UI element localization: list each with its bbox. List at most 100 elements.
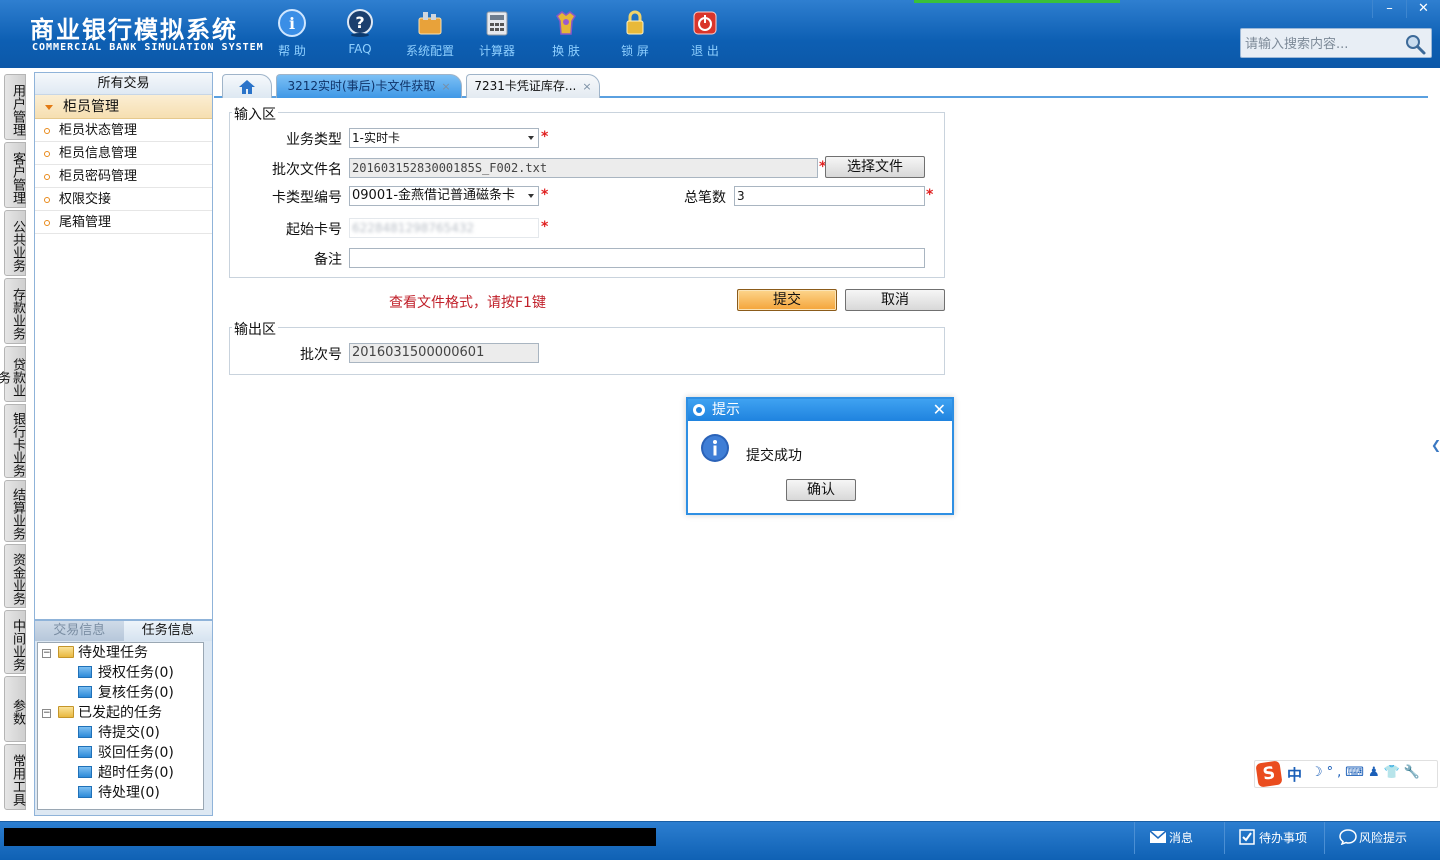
tree-node-rejected[interactable]: 驳回任务(0) xyxy=(78,743,174,763)
sidebar-group-teller[interactable]: 柜员管理 xyxy=(35,95,212,119)
folder-leaf-icon xyxy=(78,746,92,758)
collapse-icon[interactable]: − xyxy=(42,649,51,658)
dialog-close-icon[interactable]: ✕ xyxy=(933,399,946,421)
tab-home[interactable] xyxy=(222,74,272,98)
choose-file-button[interactable]: 选择文件 xyxy=(825,156,925,178)
lock-screen-button[interactable]: 锁 屏 xyxy=(605,6,665,62)
status-todo[interactable]: 待办事项 xyxy=(1224,822,1324,854)
card-type-value: 09001-金燕借记普通磁条卡 xyxy=(352,188,516,203)
vertical-nav: 用户管理 客户管理 公共业务 存款业务 贷款业务 银行卡业务 结算业务 资金业务… xyxy=(0,68,32,823)
mail-icon xyxy=(1149,830,1167,843)
system-config-icon xyxy=(418,12,442,35)
minimize-button[interactable]: – xyxy=(1372,0,1406,18)
system-config-button[interactable]: 系统配置 xyxy=(400,6,460,62)
vnav-bank-card[interactable]: 银行卡业务 xyxy=(4,404,26,478)
tree-node-label: 已发起的任务 xyxy=(78,705,162,721)
right-edge-collapse[interactable]: ❮ xyxy=(1428,98,1440,820)
vnav-user-mgmt[interactable]: 用户管理 xyxy=(4,74,26,140)
total-count-label: 总笔数 xyxy=(684,190,726,206)
exit-button[interactable]: 退 出 xyxy=(675,6,735,62)
header-bar: 商业银行模拟系统 COMMERCIAL BANK SIMULATION SYST… xyxy=(0,0,1440,68)
status-risk[interactable]: 风险提示 xyxy=(1324,822,1440,854)
start-card-label: 起始卡号 xyxy=(286,222,342,238)
task-panel: 交易信息 任务信息 − 待处理任务 授权任务(0) 复核任务(0) − 已发起的… xyxy=(34,620,213,816)
tree-node-review[interactable]: 复核任务(0) xyxy=(78,683,174,703)
batch-file-label: 批次文件名 xyxy=(272,162,342,178)
tree-node-label: 待提交(0) xyxy=(98,725,160,741)
vnav-settlement[interactable]: 结算业务 xyxy=(4,480,26,542)
tab-task-info[interactable]: 任务信息 xyxy=(123,621,212,641)
chevron-left-icon[interactable]: ❮ xyxy=(1431,438,1440,452)
card-type-select[interactable]: 09001-金燕借记普通磁条卡 xyxy=(349,186,539,206)
submit-button[interactable]: 提交 xyxy=(737,289,837,311)
brand-title: 商业银行模拟系统 xyxy=(30,15,238,44)
tree-node-label: 授权任务(0) xyxy=(98,665,174,681)
faq-button[interactable]: ? FAQ xyxy=(330,6,390,62)
batch-no-field[interactable]: 2016031500000601 xyxy=(349,343,539,363)
brand-subtitle: COMMERCIAL BANK SIMULATION SYSTEM xyxy=(32,42,264,53)
tab-label: 3212实时(事后)卡文件获取 xyxy=(287,79,436,93)
help-button[interactable]: i 帮 助 xyxy=(262,6,322,62)
sidebar-item-info[interactable]: 柜员信息管理 xyxy=(35,142,212,165)
exit-icon xyxy=(693,11,717,35)
tab-label: 7231卡凭证库存... xyxy=(474,79,577,93)
ime-mode-toggle[interactable]: 中 xyxy=(1287,764,1302,785)
search-icon[interactable] xyxy=(1403,32,1427,56)
vnav-deposit[interactable]: 存款业务 xyxy=(4,278,26,344)
vnav-funds[interactable]: 资金业务 xyxy=(4,544,26,608)
dialog-title: 提示 xyxy=(712,402,740,418)
bullet-icon xyxy=(44,151,50,157)
tab-card-file-fetch[interactable]: 3212实时(事后)卡文件获取 × xyxy=(276,74,462,98)
search-input[interactable] xyxy=(1245,33,1403,55)
sidebar-item-password[interactable]: 柜员密码管理 xyxy=(35,165,212,188)
app-window: 商业银行模拟系统 COMMERCIAL BANK SIMULATION SYST… xyxy=(0,0,1440,860)
tab-close-icon[interactable]: × xyxy=(441,80,450,93)
sidebar-item-status[interactable]: 柜员状态管理 xyxy=(35,119,212,142)
vnav-common-tools[interactable]: 常用工具 xyxy=(4,744,26,810)
total-count-field[interactable]: 3 xyxy=(734,186,925,206)
sidebar-item-label: 权限交接 xyxy=(59,192,112,207)
sidebar: 所有交易 柜员管理 柜员状态管理 柜员信息管理 柜员密码管理 权限交接 尾箱管理 xyxy=(34,72,213,620)
collapse-icon[interactable]: − xyxy=(42,709,51,718)
folder-leaf-icon xyxy=(78,666,92,678)
f1-hint-text: 查看文件格式，请按F1键 xyxy=(389,295,546,311)
vnav-parameters[interactable]: 参数 xyxy=(4,676,26,742)
tree-node-timeout[interactable]: 超时任务(0) xyxy=(78,763,174,783)
close-window-button[interactable]: ✕ xyxy=(1406,0,1440,18)
folder-icon xyxy=(58,646,74,658)
dropdown-arrow-icon xyxy=(528,194,534,198)
cancel-button[interactable]: 取消 xyxy=(845,289,945,311)
skin-button[interactable]: 换 肤 xyxy=(536,6,596,62)
vnav-intermediary[interactable]: 中间业务 xyxy=(4,610,26,674)
ime-tool-icons[interactable]: ☽°,⌨♟👕🔧 xyxy=(1311,765,1424,780)
tab-transaction-info[interactable]: 交易信息 xyxy=(35,621,124,641)
calculator-button[interactable]: 计算器 xyxy=(467,6,527,62)
business-type-select[interactable]: 1-实时卡 xyxy=(349,128,539,148)
remark-field[interactable] xyxy=(349,248,925,268)
tree-node-to-submit[interactable]: 待提交(0) xyxy=(78,723,160,743)
required-mark: * xyxy=(926,187,934,203)
tab-card-voucher[interactable]: 7231卡凭证库存... × xyxy=(466,74,600,98)
sogou-logo-icon[interactable]: S xyxy=(1255,760,1283,788)
tree-node-initiated[interactable]: 已发起的任务 xyxy=(58,703,162,723)
tree-node-label: 待处理任务 xyxy=(78,645,148,661)
dialog-ok-button[interactable]: 确认 xyxy=(786,479,856,501)
tree-node-label: 复核任务(0) xyxy=(98,685,174,701)
start-card-field[interactable]: 6228481298765432 xyxy=(349,218,539,238)
skin-label: 换 肤 xyxy=(552,44,580,58)
sidebar-item-label: 柜员信息管理 xyxy=(59,146,138,161)
tree-node-pending[interactable]: 待处理任务 xyxy=(58,643,148,663)
batch-file-field[interactable]: 20160315283000185S_F002.txt xyxy=(349,158,818,178)
vnav-loan[interactable]: 贷款业务 xyxy=(0,346,26,402)
tree-node-auth[interactable]: 授权任务(0) xyxy=(78,663,174,683)
vnav-public-business[interactable]: 公共业务 xyxy=(4,210,26,276)
status-messages[interactable]: 消息 xyxy=(1134,822,1224,854)
faq-icon: ? xyxy=(347,9,373,37)
vnav-customer-mgmt[interactable]: 客户管理 xyxy=(4,142,26,208)
status-message-area xyxy=(4,828,656,846)
sidebar-item-handover[interactable]: 权限交接 xyxy=(35,188,212,211)
tree-node-to-process[interactable]: 待处理(0) xyxy=(78,783,160,803)
skin-icon xyxy=(556,11,576,35)
sidebar-item-cashbox[interactable]: 尾箱管理 xyxy=(35,211,212,234)
tab-close-icon[interactable]: × xyxy=(582,80,591,93)
